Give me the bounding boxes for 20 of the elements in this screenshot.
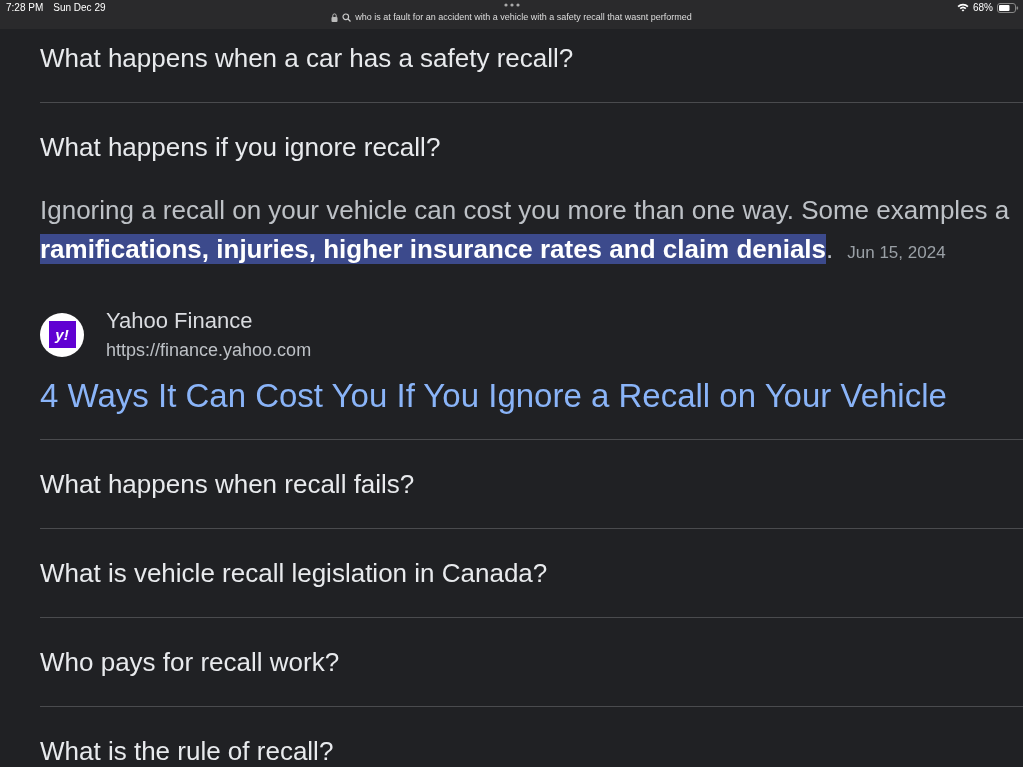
status-date: Sun Dec 29	[53, 2, 106, 13]
question-toggle[interactable]: What happens when a car has a safety recall?	[40, 43, 574, 74]
question-toggle[interactable]: What happens when recall fails?	[40, 468, 415, 500]
question-toggle[interactable]: What is the rule of recall?	[40, 735, 334, 767]
wifi-icon	[957, 3, 969, 12]
battery-percent: 68%	[973, 2, 993, 13]
question-toggle[interactable]: What happens if you ignore recall?	[40, 131, 441, 163]
site-name: Yahoo Finance	[106, 308, 254, 334]
lock-icon	[331, 12, 339, 22]
result-link[interactable]: 4 Ways It Can Cost You If You Ignore a Recall on Your Vehicle	[40, 377, 947, 415]
more-icon[interactable]	[503, 3, 520, 7]
search-icon	[342, 12, 352, 22]
address-field[interactable]: who is at fault for an accident with a vehicle with a safety recall that wasnt performed	[355, 12, 692, 22]
question-toggle[interactable]: Who pays for recall work?	[40, 646, 340, 678]
answer-snippet: Ignoring a recall on your vehicle can cost you more than one way. Some examples a ramifications, injuries, higher insurance rates and claim denials. Jun 15, 2024	[40, 194, 1011, 266]
site-logo[interactable]: y!	[40, 312, 84, 357]
question-toggle[interactable]: What is vehicle recall legislation in Canada?	[40, 557, 548, 589]
site-url: https://finance.yahoo.com	[106, 340, 312, 361]
status-time: 7:28 PM	[6, 2, 44, 13]
battery-icon	[997, 2, 1019, 13]
